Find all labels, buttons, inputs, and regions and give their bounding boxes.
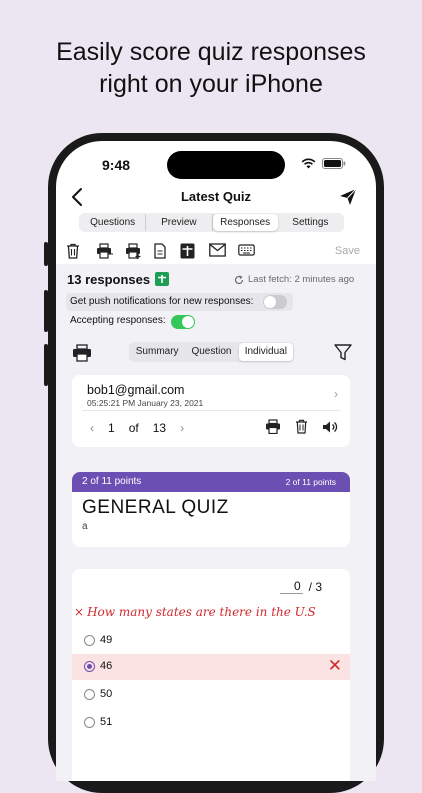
quiz-points-right: 2 of 11 points: [285, 477, 336, 487]
save-button[interactable]: Save: [335, 245, 360, 257]
battery-icon: [322, 158, 346, 169]
next-response-button[interactable]: ›: [180, 421, 184, 435]
nav-title: Latest Quiz: [180, 189, 252, 204]
radio-button-selected: [84, 661, 95, 672]
google-sheets-icon[interactable]: [155, 272, 169, 286]
radio-button: [84, 689, 95, 700]
option-label: 46: [100, 660, 113, 672]
score-input[interactable]: 0: [279, 579, 303, 594]
delete-response-icon[interactable]: [295, 419, 308, 434]
push-notifications-toggle[interactable]: [263, 295, 287, 309]
print-response-icon[interactable]: [265, 419, 281, 434]
status-bar: 9:48: [56, 141, 376, 183]
main-tabs: Questions Preview Responses Settings: [79, 213, 344, 232]
toolbar: Save: [66, 241, 366, 263]
push-notifications-label: Get push notifications for new responses…: [70, 296, 254, 307]
quiz-title: GENERAL QUIZ: [82, 497, 229, 518]
chevron-right-icon[interactable]: ›: [334, 387, 338, 401]
option-row: 51: [72, 710, 350, 736]
phone-screen: 9:48 Latest Quiz Questions Preview Respo…: [56, 141, 376, 781]
dynamic-island: [167, 151, 285, 179]
responses-count: 13 responses: [67, 272, 151, 287]
question-text: × How many states are there in the U.S: [74, 605, 316, 619]
promo-headline-line2: right on your iPhone: [99, 70, 323, 98]
accepting-responses-label: Accepting responses:: [70, 315, 166, 326]
document-icon[interactable]: [154, 243, 166, 259]
spreadsheet-icon[interactable]: [180, 243, 195, 259]
tab-summary[interactable]: Summary: [130, 343, 184, 361]
accepting-responses-toggle[interactable]: [171, 315, 195, 329]
option-row-selected-wrong: 46 ✕: [72, 654, 350, 680]
wifi-icon: [301, 158, 316, 169]
quiz-points-left: 2 of 11 points: [82, 476, 142, 487]
respondent-email: bob1@gmail.com: [87, 383, 185, 397]
tab-individual[interactable]: Individual: [238, 343, 293, 361]
incorrect-mark-icon: ×: [74, 605, 85, 619]
speaker-icon[interactable]: [322, 420, 338, 434]
previous-response-button[interactable]: ‹: [90, 421, 94, 435]
response-actions: [265, 419, 338, 434]
status-icons: [301, 158, 346, 169]
question-text-label: How many states are there in the U.S: [87, 605, 316, 619]
refresh-icon[interactable]: [234, 274, 244, 285]
keyboard-icon[interactable]: [238, 243, 255, 257]
option-row: 49: [72, 628, 350, 654]
question-score: 0 / 3: [279, 579, 322, 594]
current-response-number: 1: [108, 421, 115, 435]
tab-responses[interactable]: Responses: [212, 214, 278, 231]
divider: [82, 410, 340, 411]
last-fetch-status[interactable]: Last fetch: 2 minutes ago: [234, 274, 354, 285]
response-timestamp: 05:25:21 PM January 23, 2021: [87, 398, 204, 408]
option-label: 50: [100, 688, 113, 700]
sheets-grid-icon: [158, 275, 166, 283]
nav-bar: Latest Quiz: [56, 183, 376, 213]
question-card: 0 / 3 × How many states are there in the …: [72, 569, 350, 781]
tab-preview[interactable]: Preview: [146, 214, 213, 231]
option-label: 49: [100, 634, 113, 646]
promo-headline: Easily score quiz responses right on you…: [0, 36, 422, 100]
promo-headline-line1: Easily score quiz responses: [56, 38, 366, 66]
last-fetch-label: Last fetch: 2 minutes ago: [248, 274, 355, 285]
quiz-header-card: 2 of 11 points 2 of 11 points GENERAL QU…: [72, 472, 350, 547]
print-add-icon[interactable]: [125, 243, 142, 259]
tab-question[interactable]: Question: [184, 343, 238, 361]
toggle-knob: [182, 316, 194, 328]
tab-questions[interactable]: Questions: [80, 214, 147, 231]
radio-button: [84, 717, 95, 728]
radio-button: [84, 635, 95, 646]
print-all-icon[interactable]: [96, 243, 113, 259]
respondent-card: bob1@gmail.com 05:25:21 PM January 23, 2…: [72, 375, 350, 447]
view-mode-tabs: Summary Question Individual: [129, 342, 294, 362]
option-label: 51: [100, 716, 113, 728]
send-icon[interactable]: [338, 187, 358, 207]
trash-icon[interactable]: [66, 243, 80, 259]
tab-settings[interactable]: Settings: [278, 214, 343, 231]
print-icon[interactable]: [72, 344, 92, 362]
total-responses-number: 13: [152, 421, 167, 435]
score-total: / 3: [308, 579, 322, 594]
status-time: 9:48: [102, 157, 131, 173]
filter-icon[interactable]: [334, 344, 352, 361]
quiz-points-band: 2 of 11 points 2 of 11 points: [72, 472, 350, 492]
option-row: 50: [72, 682, 350, 708]
quiz-description: a: [82, 521, 88, 532]
wrong-answer-icon: ✕: [327, 656, 342, 675]
toggle-knob: [264, 296, 276, 308]
mail-icon[interactable]: [209, 243, 226, 257]
response-pager: ‹ 1 of 13 ›: [90, 421, 184, 435]
pager-of-label: of: [128, 421, 139, 435]
push-notifications-row: Get push notifications for new responses…: [66, 293, 293, 311]
